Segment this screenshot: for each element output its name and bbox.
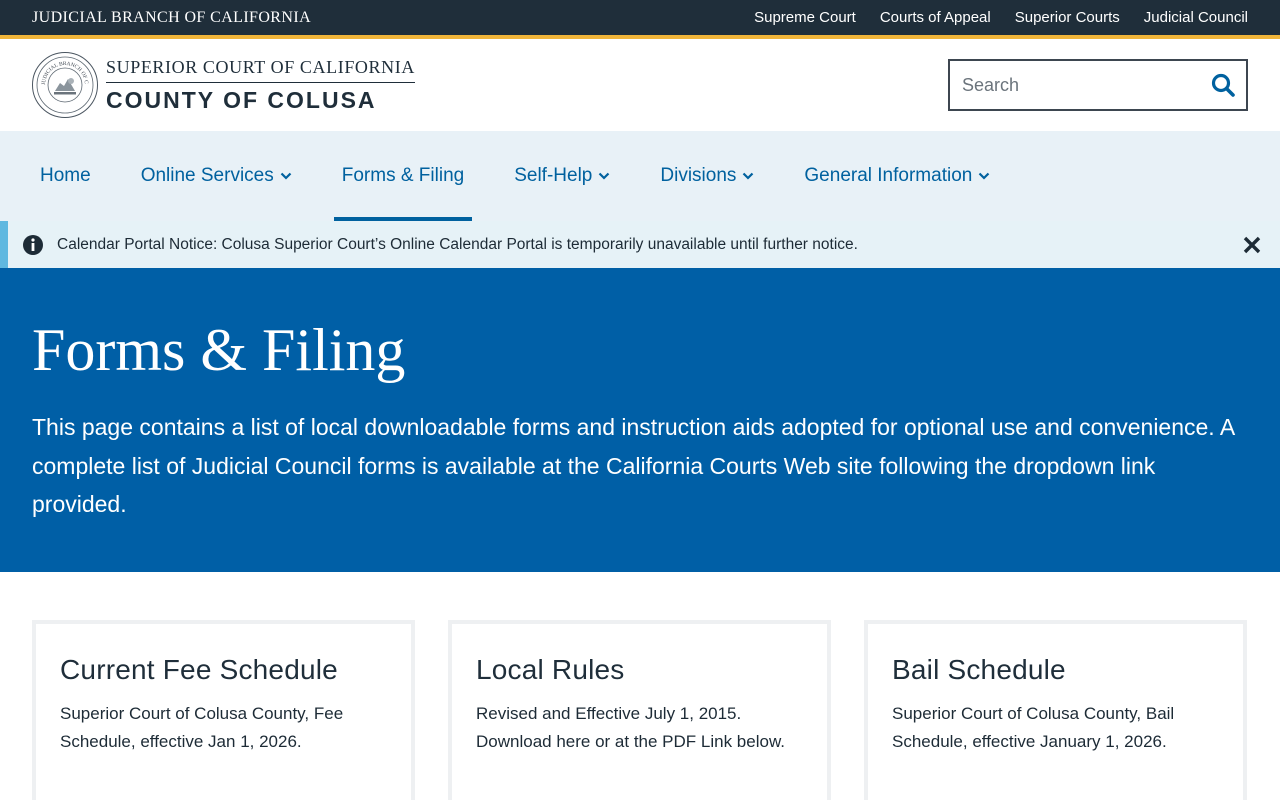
nav-label: Self-Help <box>514 165 593 186</box>
site-header: JUDICIAL BRANCH OF CALIFORNIA SUPERIOR C… <box>0 39 1280 131</box>
utility-link-judicial-council[interactable]: Judicial Council <box>1144 9 1248 26</box>
calendar-portal-notice: Calendar Portal Notice: Colusa Superior … <box>0 221 1280 268</box>
chevron-down-icon <box>599 172 610 180</box>
card-text: Superior Court of Colusa County, Bail Sc… <box>892 704 1175 751</box>
info-icon <box>23 234 43 255</box>
card-local-rules[interactable]: Local Rules Revised and Effective July 1… <box>448 620 831 800</box>
utility-link-supreme-court[interactable]: Supreme Court <box>754 9 856 26</box>
search-icon[interactable] <box>1210 72 1236 98</box>
card-text: Revised and Effective July 1, 2015. Down… <box>476 704 786 751</box>
seal-text: JUDICIAL BRANCH OF CALIFORNIA <box>35 55 89 85</box>
card-title: Current Fee Schedule <box>60 654 338 685</box>
chevron-down-icon <box>280 172 292 180</box>
court-name-line2: COUNTY OF COLUSA <box>106 86 377 113</box>
resource-cards: Current Fee Schedule Superior Court of C… <box>0 572 1280 800</box>
nav-item-forms-filing[interactable]: Forms & Filing <box>333 131 473 221</box>
court-name: SUPERIOR COURT OF CALIFORNIA COUNTY OF C… <box>106 57 415 114</box>
utility-link-superior-courts[interactable]: Superior Courts <box>1015 9 1120 26</box>
court-seal-icon: JUDICIAL BRANCH OF CALIFORNIA <box>32 52 98 118</box>
search-input[interactable] <box>962 74 1192 96</box>
nav-item-general-information[interactable]: General Information <box>796 131 998 221</box>
nav-label: General Information <box>804 165 973 186</box>
chevron-down-icon <box>743 172 754 180</box>
court-name-line1: SUPERIOR COURT OF CALIFORNIA <box>106 57 415 83</box>
notice-text: Calendar Portal Notice: Colusa Superior … <box>57 235 858 253</box>
nav-item-home[interactable]: Home <box>32 131 99 221</box>
card-title: Bail Schedule <box>892 654 1066 685</box>
court-logo-link[interactable]: JUDICIAL BRANCH OF CALIFORNIA SUPERIOR C… <box>32 52 415 118</box>
search-box <box>948 59 1248 111</box>
page-description: This page contains a list of local downl… <box>32 414 1234 517</box>
nav-item-self-help[interactable]: Self-Help <box>506 131 618 221</box>
svg-text:JUDICIAL BRANCH OF CALIFORNIA: JUDICIAL BRANCH OF CALIFORNIA <box>35 55 89 85</box>
nav-label: Divisions <box>660 165 737 186</box>
judicial-branch-title: JUDICIAL BRANCH OF CALIFORNIA <box>32 8 312 26</box>
nav-label: Forms & Filing <box>341 165 465 186</box>
main-navigation: Home Online Services Forms & Filing Self… <box>0 131 1280 221</box>
utility-links: Supreme Court Courts of Appeal Superior … <box>754 9 1248 26</box>
nav-label: Home <box>40 165 91 186</box>
chevron-down-icon <box>979 172 990 180</box>
close-icon[interactable] <box>1242 235 1262 255</box>
page-title: Forms & Filing <box>32 317 406 383</box>
card-bail-schedule[interactable]: Bail Schedule Superior Court of Colusa C… <box>864 620 1247 800</box>
card-current-fee-schedule[interactable]: Current Fee Schedule Superior Court of C… <box>32 620 415 800</box>
utility-bar: JUDICIAL BRANCH OF CALIFORNIA Supreme Co… <box>0 0 1280 35</box>
nav-item-online-services[interactable]: Online Services <box>133 131 300 221</box>
hero-banner: Forms & Filing This page contains a list… <box>0 268 1280 572</box>
card-title: Local Rules <box>476 654 625 685</box>
nav-label: Online Services <box>140 165 274 186</box>
card-text: Superior Court of Colusa County, Fee Sch… <box>60 704 344 751</box>
nav-item-divisions[interactable]: Divisions <box>652 131 762 221</box>
utility-link-courts-of-appeal[interactable]: Courts of Appeal <box>880 9 991 26</box>
